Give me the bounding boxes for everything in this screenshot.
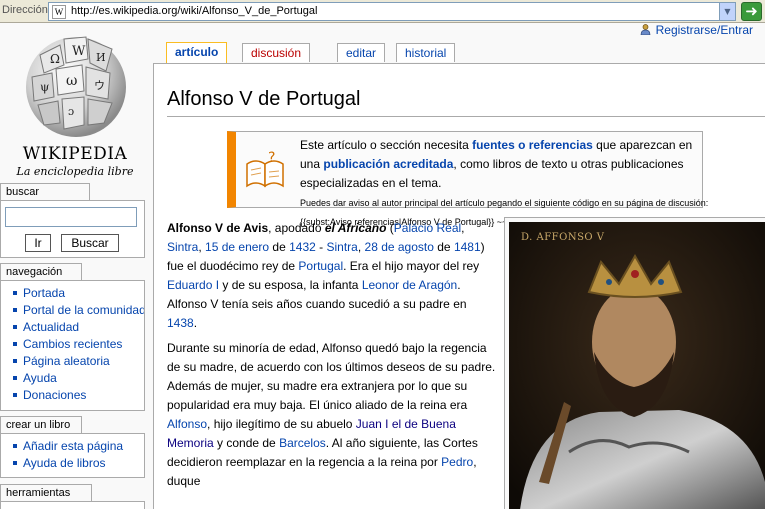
link-28-agosto[interactable]: 28 de agosto (365, 240, 434, 254)
page-icon: W (52, 5, 66, 19)
svg-text:ウ: ウ (94, 79, 105, 92)
publication-link[interactable]: publicación acreditada (323, 157, 453, 171)
link-portugal[interactable]: Portugal (298, 259, 343, 273)
link-alfonso[interactable]: Alfonso (167, 417, 207, 431)
link-sintra-2[interactable]: Sintra (326, 240, 357, 254)
link-sintra[interactable]: Sintra (167, 240, 198, 254)
wiki-page: Ω W И ω ψ ウ ɔ WIKIPEDIA La enciclopedia … (0, 23, 765, 509)
nav-item-cambios[interactable]: Cambios recientes (5, 336, 144, 353)
link-pedro[interactable]: Pedro (441, 455, 473, 469)
link-barcelos[interactable]: Barcelos (279, 436, 326, 450)
tools-portlet (0, 501, 145, 509)
link-1432[interactable]: 1432 (289, 240, 316, 254)
link-palacio-real[interactable]: Palácio Real (394, 221, 461, 235)
portrait-image[interactable]: D. AFFONSO V (509, 222, 765, 509)
wikipedia-logo[interactable]: Ω W И ω ψ ウ ɔ WIKIPEDIA La enciclopedia … (8, 23, 142, 183)
article-content: Alfonso V de Portugal ? Este artículo o … (153, 63, 765, 509)
book-item-add[interactable]: Añadir esta página (5, 438, 144, 455)
search-input[interactable] (5, 207, 137, 227)
nav-item-ayuda[interactable]: Ayuda (5, 370, 144, 387)
link-15-enero[interactable]: 15 de enero (205, 240, 269, 254)
navigation-portlet: Portada Portal de la comunidad Actualida… (0, 280, 145, 411)
address-input[interactable]: W http://es.wikipedia.org/wiki/Alfonso_V… (48, 2, 736, 21)
tab-edit[interactable]: editar (337, 43, 386, 62)
page-title: Alfonso V de Portugal (167, 88, 361, 110)
search-portlet: Ir Buscar (0, 200, 145, 258)
notice-box: ? Este artículo o sección necesita fuent… (227, 131, 708, 227)
tab-history[interactable]: historial (396, 43, 456, 62)
title-divider (167, 116, 765, 117)
portrait-caption: D. AFFONSO V (521, 232, 605, 243)
link-eduardo[interactable]: Eduardo I (167, 278, 219, 292)
svg-text:ψ: ψ (40, 80, 49, 94)
paragraph-1: Alfonso V de Avis, apodado el Africano (… (167, 221, 485, 330)
create-book-title: crear un libro (0, 416, 82, 433)
nav-item-portal[interactable]: Portal de la comunidad (5, 302, 144, 319)
nav-item-donaciones[interactable]: Donaciones (5, 387, 144, 404)
login-link[interactable]: Registrarse/Entrar (640, 23, 753, 37)
portrait-painting (509, 222, 765, 509)
tab-discussion[interactable]: discusión (242, 43, 311, 62)
go-button[interactable]: Ir (25, 234, 51, 252)
svg-text:Ω: Ω (50, 52, 60, 66)
svg-text:?: ? (268, 150, 275, 166)
tagline: La enciclopedia libre (16, 165, 134, 178)
nav-item-aleatoria[interactable]: Página aleatoria (5, 353, 144, 370)
green-arrow-icon[interactable]: ➜ (741, 2, 762, 21)
svg-text:W: W (72, 44, 86, 59)
nav-item-portada[interactable]: Portada (5, 285, 144, 302)
svg-text:ɔ: ɔ (68, 105, 74, 118)
address-dropdown-icon[interactable]: ▼ (719, 3, 735, 20)
sources-link[interactable]: fuentes o referencias (472, 138, 593, 152)
open-book-icon: ? (246, 150, 284, 188)
tools-title: herramientas (0, 484, 92, 501)
nav-item-actualidad[interactable]: Actualidad (5, 319, 144, 336)
user-icon (640, 24, 650, 35)
svg-text:ω: ω (66, 73, 77, 89)
link-leonor[interactable]: Leonor de Aragón (362, 278, 457, 292)
book-item-help[interactable]: Ayuda de libros (5, 455, 144, 472)
navigation-title: navegación (0, 263, 82, 280)
search-button[interactable]: Buscar (61, 234, 119, 252)
link-1438[interactable]: 1438 (167, 316, 194, 330)
paragraph-2: Durante su minoría de edad, Alfonso qued… (167, 341, 496, 488)
puzzle-globe-icon: Ω W И ω ψ ウ ɔ (26, 36, 126, 137)
article-body: Alfonso V de Avis, apodado el Africano (… (167, 219, 497, 497)
search-title: buscar (0, 183, 90, 200)
create-book-portlet: Añadir esta página Ayuda de libros (0, 433, 145, 478)
infobox: D. AFFONSO V (504, 217, 765, 509)
link-1481[interactable]: 1481 (454, 240, 481, 254)
address-label: Dirección (2, 4, 48, 16)
tab-article[interactable]: artículo (166, 42, 228, 63)
address-url[interactable]: http://es.wikipedia.org/wiki/Alfonso_V_d… (71, 5, 317, 17)
address-bar: Dirección W http://es.wikipedia.org/wiki… (0, 0, 765, 23)
svg-text:И: И (96, 51, 106, 64)
wordmark: WIKIPEDIA (22, 144, 128, 164)
